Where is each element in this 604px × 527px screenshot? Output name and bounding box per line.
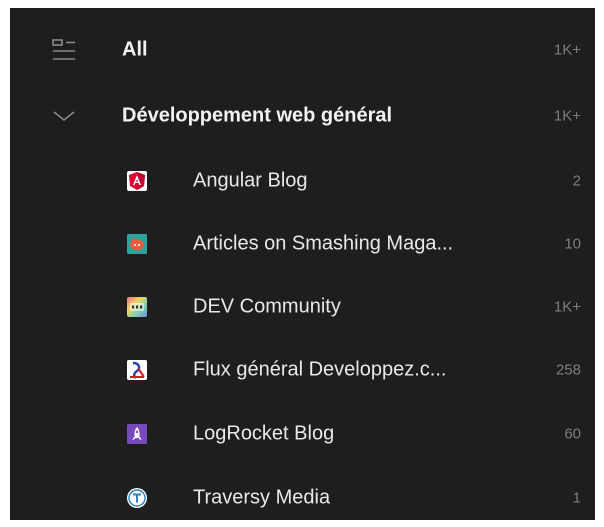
list-filter-icon [50, 36, 78, 64]
feed-count: 258 [555, 361, 581, 379]
traversy-logo-icon [127, 488, 147, 508]
feed-count: 10 [564, 235, 581, 253]
all-feeds-row[interactable]: All 1K+ [10, 24, 595, 76]
feed-sidebar: All 1K+ Développement web général 1K+ An… [10, 8, 595, 520]
feed-item-traversy-media[interactable]: Traversy Media 1 [10, 472, 595, 520]
feed-label: DEV Community [193, 295, 341, 318]
feed-label: LogRocket Blog [193, 422, 335, 445]
chevron-down-icon[interactable] [50, 102, 78, 130]
feed-label: Angular Blog [193, 169, 308, 192]
feed-count: 1K+ [553, 298, 581, 316]
angular-logo-icon [127, 171, 147, 191]
feed-count: 1 [572, 489, 581, 507]
feed-count: 60 [564, 425, 581, 443]
feed-item-developpez[interactable]: Flux général Developpez.c... 258 [10, 344, 595, 396]
feed-label: Flux général Developpez.c... [193, 358, 447, 381]
developpez-logo-icon [127, 360, 147, 380]
all-feeds-count: 1K+ [553, 41, 581, 59]
folder-label: Développement web général [122, 104, 393, 127]
feed-item-dev-community[interactable]: DEV Community 1K+ [10, 281, 595, 333]
rocket-icon [127, 424, 147, 444]
feed-item-smashing-magazine[interactable]: Articles on Smashing Maga... 10 [10, 218, 595, 270]
folder-count: 1K+ [553, 107, 581, 125]
feed-item-logrocket[interactable]: LogRocket Blog 60 [10, 408, 595, 460]
folder-row-developpement-web[interactable]: Développement web général 1K+ [10, 90, 595, 142]
smashing-cat-icon [127, 234, 147, 254]
all-feeds-label: All [122, 38, 148, 61]
feed-count: 2 [572, 172, 581, 190]
feed-item-angular-blog[interactable]: Angular Blog 2 [10, 155, 595, 207]
feed-label: Traversy Media [193, 486, 331, 509]
feed-label: Articles on Smashing Maga... [193, 232, 454, 255]
dev-logo-icon [127, 297, 147, 317]
